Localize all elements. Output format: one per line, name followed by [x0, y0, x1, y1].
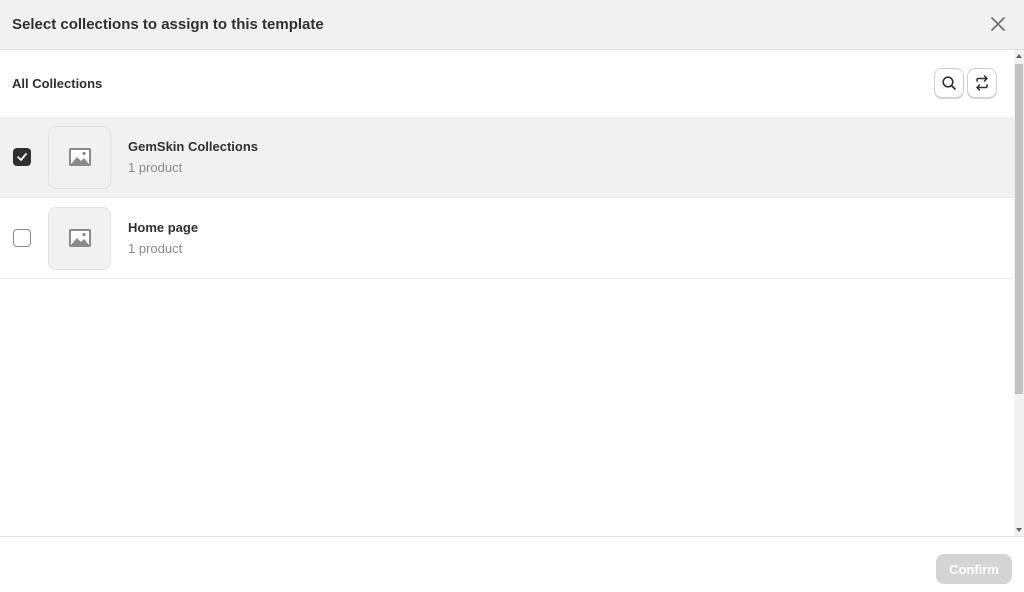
list-item[interactable]: GemSkin Collections 1 product	[0, 117, 1014, 198]
scroll-down-arrow-icon[interactable]	[1016, 528, 1022, 532]
scroll-thumb[interactable]	[1015, 64, 1023, 394]
checkmark-icon	[17, 153, 27, 161]
search-button[interactable]	[934, 68, 964, 98]
item-product-count: 1 product	[128, 160, 183, 175]
confirm-button[interactable]: Confirm	[936, 554, 1012, 584]
scroll-up-arrow-icon[interactable]	[1016, 54, 1022, 58]
list-header: All Collections	[0, 50, 1014, 117]
image-placeholder-icon	[68, 148, 91, 166]
item-name: GemSkin Collections	[128, 139, 259, 154]
item-name: Home page	[128, 220, 199, 235]
list-item[interactable]: Home page 1 product	[0, 198, 1014, 279]
swap-button[interactable]	[967, 68, 997, 98]
scrollbar[interactable]	[1014, 50, 1024, 536]
search-icon	[942, 76, 956, 90]
modal-footer: Confirm	[0, 536, 1024, 592]
item-thumbnail	[48, 125, 111, 189]
item-thumbnail	[48, 206, 111, 270]
item-product-count: 1 product	[128, 241, 183, 256]
close-button[interactable]	[986, 12, 1010, 36]
item-text: Home page 1 product	[128, 219, 198, 258]
arrows-swap-icon	[976, 75, 988, 91]
list-title: All Collections	[12, 76, 103, 91]
modal-title: Select collections to assign to this tem…	[12, 16, 324, 33]
collections-panel: All Collections GemSkin Collections 1 pr…	[0, 50, 1014, 536]
item-text: GemSkin Collections 1 product	[128, 138, 258, 177]
item-checkbox[interactable]	[13, 148, 31, 166]
modal-header: Select collections to assign to this tem…	[0, 0, 1024, 50]
image-placeholder-icon	[68, 229, 91, 247]
item-checkbox[interactable]	[13, 229, 31, 247]
close-icon	[991, 17, 1005, 31]
